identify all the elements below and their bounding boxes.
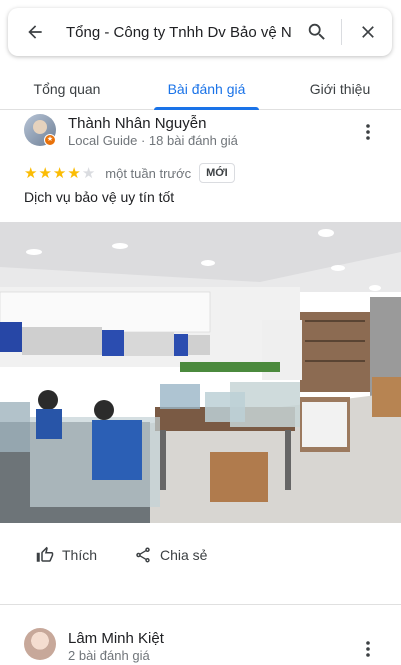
review-more-options-button[interactable] [358,120,378,144]
search-input[interactable]: Tổng - Công ty Tnhh Dv Bảo vệ N [62,24,297,41]
office-photo [0,222,401,523]
star-rating: ★ ★ ★ ★ ★ [24,166,96,181]
more-vert-icon [366,641,370,657]
tab-about[interactable]: Giới thiệu [279,68,401,109]
tab-reviews-label: Bài đánh giá [167,80,246,97]
review-time: một tuần trước [105,165,192,181]
back-button[interactable] [8,8,62,56]
share-label: Chia sẻ [160,547,208,563]
like-label: Thích [62,547,98,563]
share-icon [136,547,150,563]
star-icon: ★ [52,164,67,182]
reviewer-meta: Local Guide · 18 bài đánh giá [68,133,238,148]
review-card: Lâm Minh Kiệt 2 bài đánh giá [0,622,401,665]
star-icon: ★ [38,164,52,182]
tab-bar: Tổng quan Bài đánh giá Giới thiệu [0,68,401,110]
close-icon [362,26,374,38]
reviewer-name[interactable]: Lâm Minh Kiệt [68,630,164,647]
search-divider [341,19,342,45]
reviewer-avatar[interactable] [24,628,56,660]
new-badge: MỚI [199,163,235,183]
tab-about-label: Giới thiệu [309,80,371,97]
review-photo[interactable] [0,222,401,523]
like-button[interactable]: Thích [36,546,97,564]
tab-overview-label: Tổng quan [33,80,101,97]
local-guide-badge-icon: ★ [44,134,56,146]
star-icon: ★ [24,164,38,182]
tab-overview[interactable]: Tổng quan [0,68,134,109]
review-divider [0,604,401,605]
close-button[interactable] [348,8,388,56]
more-vert-icon [366,124,370,140]
review-text: Dịch vụ bảo vệ uy tín tốt [24,189,175,205]
search-icon [308,23,325,40]
review-header: ★ Thành Nhân Nguyễn Local Guide · 18 bài… [0,110,401,154]
arrow-back-icon [28,25,42,39]
share-button[interactable]: Chia sẻ [134,546,207,564]
thumb-up-icon [36,546,54,562]
review-card: ★ Thành Nhân Nguyễn Local Guide · 18 bài… [0,110,401,563]
reviewer-meta: 2 bài đánh giá [68,648,150,663]
reviewer-name[interactable]: Thành Nhân Nguyễn [68,115,206,132]
review-more-options-button[interactable] [358,637,378,661]
review-actions: Thích Chia sẻ [0,546,401,576]
rating-row: ★ ★ ★ ★ ★ một tuần trước MỚI [24,163,235,183]
star-icon: ★ [81,164,96,182]
search-button[interactable] [297,8,337,56]
search-bar: Tổng - Công ty Tnhh Dv Bảo vệ N [8,8,392,56]
star-icon: ★ [67,164,81,182]
tab-reviews[interactable]: Bài đánh giá [134,68,279,110]
